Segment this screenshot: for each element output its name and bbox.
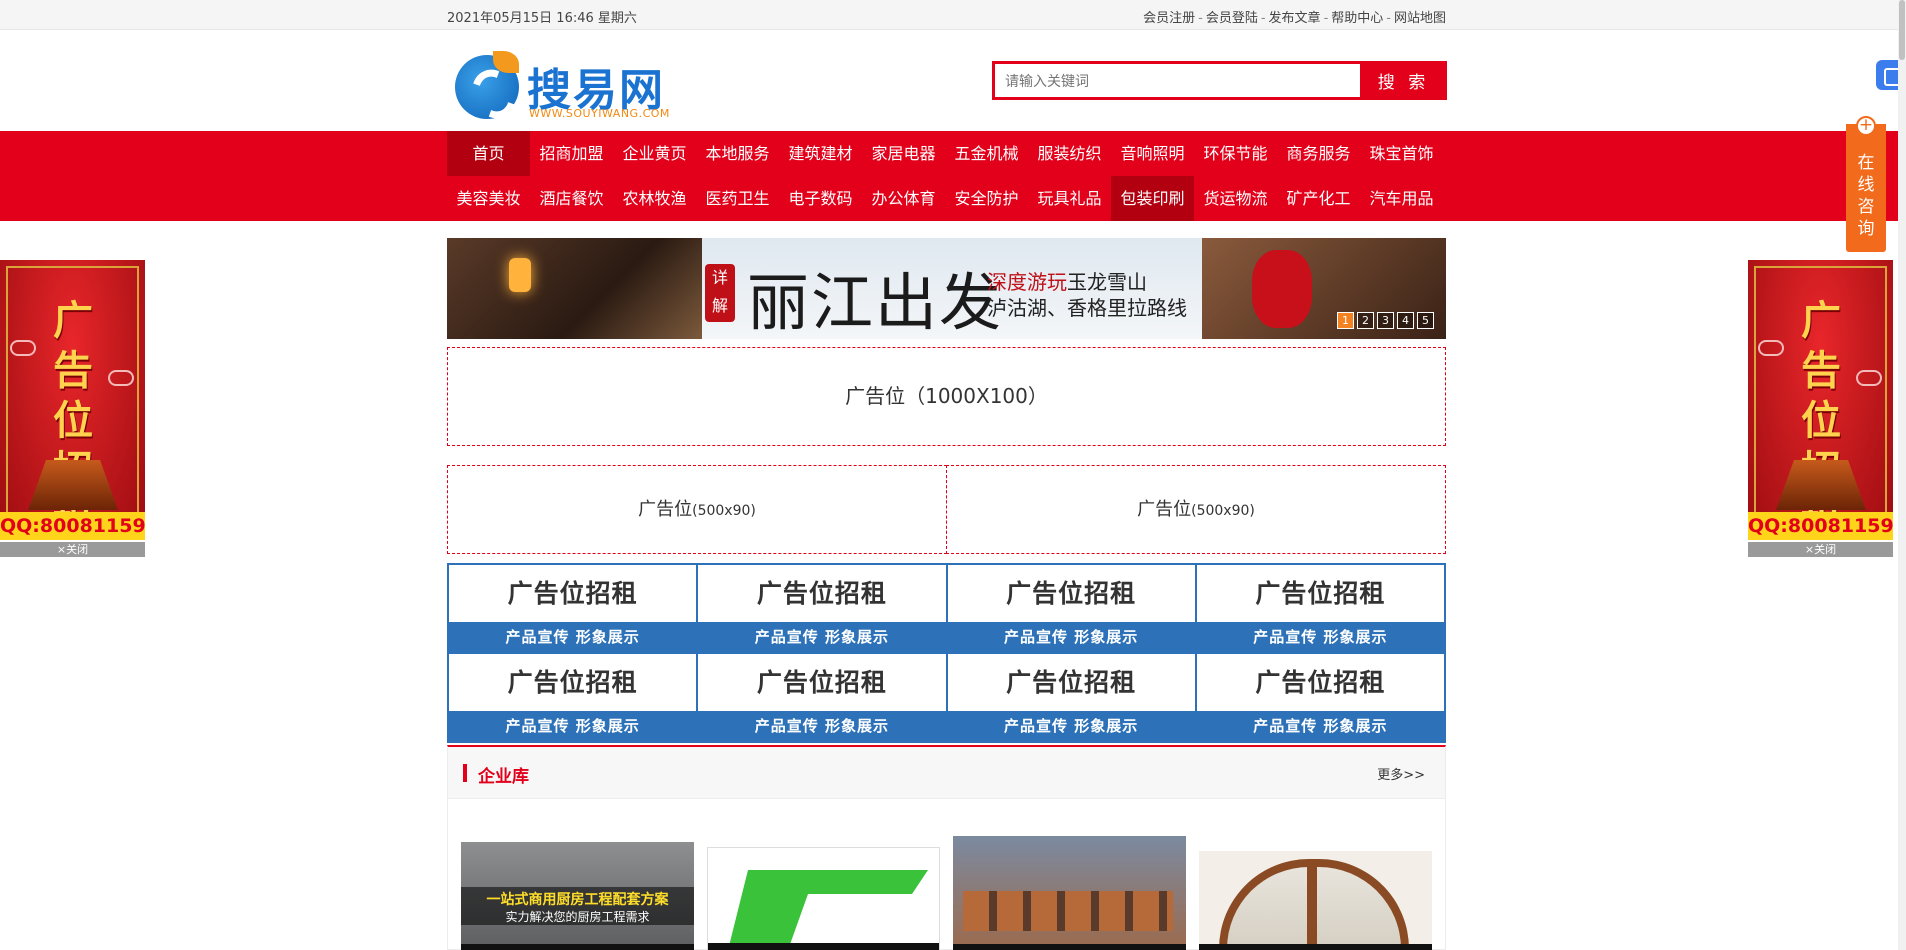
banner-subtitle-1: 深度游玩玉龙雪山: [987, 270, 1147, 294]
logo-url: WWW.SOUYIWANG.COM: [529, 107, 670, 120]
banner-dot[interactable]: 3: [1377, 312, 1394, 329]
separator: -: [1386, 11, 1391, 26]
left-couplet-ad[interactable]: 广告位招租 QQ:80081159 ×关闭: [0, 260, 145, 557]
ad-rental-grid: 广告位招租 产品宣传 形象展示 广告位招租 产品宣传 形象展示 广告位招租 产品宣传 …: [447, 563, 1446, 743]
enterprise-thumb[interactable]: [953, 836, 1186, 950]
banner-subtitle-2: 泸沽湖、香格里拉路线: [987, 296, 1187, 320]
section-header: 企业库 更多>>: [448, 747, 1445, 799]
nav-item[interactable]: 电子数码: [779, 176, 862, 221]
nav-item[interactable]: 珠宝首饰: [1360, 131, 1443, 176]
nav-item[interactable]: 安全防护: [945, 176, 1028, 221]
nav-item[interactable]: 招商加盟: [530, 131, 613, 176]
section-title: 企业库: [478, 767, 529, 787]
couplet-qq: QQ:80081159: [1748, 512, 1893, 540]
banner-dot[interactable]: 1: [1337, 312, 1354, 329]
right-couplet-ad[interactable]: 广告位招租 QQ:80081159 ×关闭: [1748, 260, 1893, 557]
nav-row-2: 美容美妆 酒店餐饮 农林牧渔 医药卫生 电子数码 办公体育 安全防护 玩具礼品 …: [447, 176, 1446, 221]
nav-item-hovered[interactable]: 包装印刷: [1111, 176, 1194, 221]
nav-item[interactable]: 酒店餐饮: [530, 176, 613, 221]
nav-item-home[interactable]: 首页: [447, 131, 530, 176]
nav-item[interactable]: 汽车用品: [1360, 176, 1443, 221]
search-box: 搜 索: [992, 61, 1447, 100]
ad-rental-cell[interactable]: 广告位招租 产品宣传 形象展示: [698, 654, 946, 741]
separator: -: [1198, 11, 1203, 26]
login-link[interactable]: 会员登陆: [1206, 11, 1258, 26]
ad-slot-1000x100[interactable]: 广告位（1000X100）: [447, 347, 1446, 446]
hero-banner[interactable]: 详解 丽江出发 深度游玩玉龙雪山 泸沽湖、香格里拉路线 1 2 3 4 5: [447, 238, 1446, 339]
nav-item[interactable]: 环保节能: [1194, 131, 1277, 176]
page-scrollbar[interactable]: [1898, 0, 1906, 950]
more-link[interactable]: 更多>>: [1377, 764, 1425, 783]
publish-article-link[interactable]: 发布文章: [1269, 11, 1321, 26]
top-links: 会员注册 - 会员登陆 - 发布文章 - 帮助中心 - 网站地图: [1143, 7, 1446, 26]
couplet-close-button[interactable]: ×关闭: [1748, 542, 1893, 557]
ad-slot-500x90-left[interactable]: 广告位(500x90): [447, 465, 947, 554]
nav-item[interactable]: 商务服务: [1277, 131, 1360, 176]
enterprise-thumb[interactable]: [1199, 851, 1432, 950]
online-consult-label: 在线咨询: [1857, 153, 1875, 239]
nav-item[interactable]: 玩具礼品: [1028, 176, 1111, 221]
ad-rental-cell[interactable]: 广告位招租 产品宣传 形象展示: [698, 565, 946, 652]
lantern-graphic: [509, 258, 531, 292]
banner-pager: 1 2 3 4 5: [1337, 312, 1434, 329]
search-input[interactable]: [992, 61, 1362, 100]
ad-rental-cell[interactable]: 广告位招租 产品宣传 形象展示: [1196, 654, 1444, 741]
enterprise-library-section: 企业库 更多>> 一站式商用厨房工程配套方案 实力解决您的厨房工程需求: [447, 745, 1446, 950]
nav-item[interactable]: 本地服务: [696, 131, 779, 176]
sitemap-link[interactable]: 网站地图: [1394, 11, 1446, 26]
thumb-caption-1: 一站式商用厨房工程配套方案: [486, 892, 669, 908]
nav-item[interactable]: 农林牧渔: [613, 176, 696, 221]
banner-title: 丽江出发: [747, 266, 1004, 339]
couplet-qq: QQ:80081159: [0, 512, 145, 540]
thumb-caption-2: 实力解决您的厨房工程需求: [505, 910, 650, 924]
nav-item[interactable]: 音响照明: [1111, 131, 1194, 176]
nav-item[interactable]: 矿产化工: [1277, 176, 1360, 221]
window-graphic: [1219, 859, 1409, 950]
banner-building-image: [447, 238, 702, 339]
green-logo-graphic: [728, 870, 928, 950]
nav-item[interactable]: 医药卫生: [696, 176, 779, 221]
plus-icon: +: [1856, 116, 1876, 136]
search-button[interactable]: 搜 索: [1360, 61, 1447, 100]
banner-badge: 详解: [705, 264, 735, 322]
banner-dot[interactable]: 5: [1417, 312, 1434, 329]
couplet-close-button[interactable]: ×关闭: [0, 542, 145, 557]
main-nav: 首页 招商加盟 企业黄页 本地服务 建筑建材 家居电器 五金机械 服装纺织 音响…: [0, 131, 1906, 221]
nav-item[interactable]: 建筑建材: [779, 131, 862, 176]
banner-dot[interactable]: 2: [1357, 312, 1374, 329]
online-consult-button[interactable]: + 在线咨询: [1846, 116, 1886, 252]
ad-rental-cell[interactable]: 广告位招租 产品宣传 形象展示: [449, 654, 697, 741]
logo-emblem-icon: [455, 51, 519, 119]
ad-rental-cell[interactable]: 广告位招租 产品宣传 形象展示: [1196, 565, 1444, 652]
scrollbar-thumb[interactable]: [1899, 0, 1905, 60]
enterprise-thumb[interactable]: [707, 847, 940, 950]
separator: -: [1323, 11, 1329, 26]
nav-item[interactable]: 企业黄页: [613, 131, 696, 176]
nav-item[interactable]: 五金机械: [945, 131, 1028, 176]
nav-item[interactable]: 服装纺织: [1028, 131, 1111, 176]
separator: -: [1260, 11, 1266, 26]
top-bar: 2021年05月15日 16:46 星期六 会员注册 - 会员登陆 - 发布文章 - 帮助中…: [0, 0, 1906, 30]
nav-item[interactable]: 家居电器: [862, 131, 945, 176]
register-link[interactable]: 会员注册: [1143, 11, 1195, 26]
nav-item[interactable]: 美容美妆: [447, 176, 530, 221]
help-center-link[interactable]: 帮助中心: [1331, 11, 1383, 26]
ad-rental-cell[interactable]: 广告位招租 产品宣传 形象展示: [947, 565, 1195, 652]
ad-rental-cell[interactable]: 广告位招租 产品宣传 形象展示: [947, 654, 1195, 741]
nav-item[interactable]: 办公体育: [862, 176, 945, 221]
nav-row-1: 首页 招商加盟 企业黄页 本地服务 建筑建材 家居电器 五金机械 服装纺织 音响…: [447, 131, 1446, 176]
site-logo[interactable]: 搜易网 WWW.SOUYIWANG.COM: [452, 51, 672, 122]
nav-item[interactable]: 货运物流: [1194, 176, 1277, 221]
ad-slot-500x90-right[interactable]: 广告位(500x90): [946, 465, 1446, 554]
page: 2021年05月15日 16:46 星期六 会员注册 - 会员登陆 - 发布文章 - 帮助中…: [0, 0, 1906, 950]
ad-rental-cell[interactable]: 广告位招租 产品宣传 形象展示: [449, 565, 697, 652]
banner-dot[interactable]: 4: [1397, 312, 1414, 329]
enterprise-thumb[interactable]: 一站式商用厨房工程配套方案 实力解决您的厨房工程需求: [461, 842, 694, 950]
current-datetime: 2021年05月15日 16:46 星期六: [447, 11, 637, 26]
